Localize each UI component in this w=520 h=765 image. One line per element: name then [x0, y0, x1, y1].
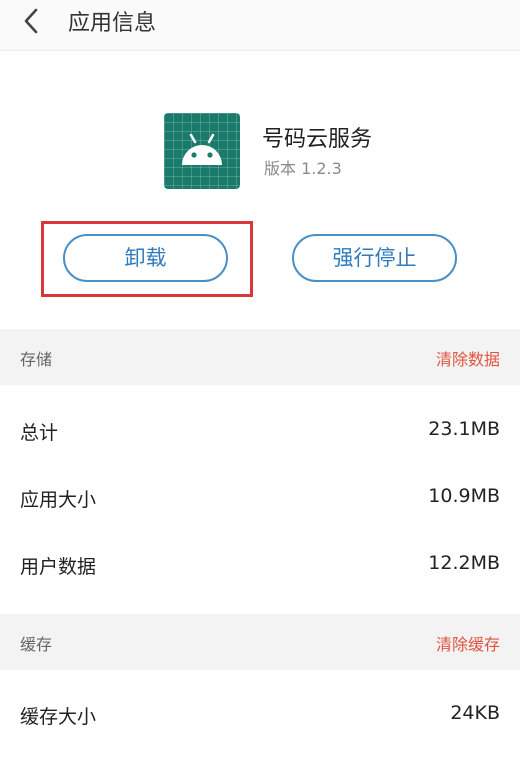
cache-title: 缓存: [20, 635, 53, 654]
force-stop-button[interactable]: 强行停止: [292, 234, 457, 282]
row-label: 总计: [20, 422, 59, 444]
storage-row-user-data: 用户数据 12.2MB: [0, 532, 520, 598]
row-label: 应用大小: [20, 489, 97, 511]
row-value: 10.9MB: [428, 485, 500, 507]
clear-cache-button[interactable]: 清除缓存: [436, 631, 500, 655]
app-version: 版本 1.2.3: [264, 159, 342, 178]
page-title: 应用信息: [68, 11, 157, 36]
clear-data-button[interactable]: 清除数据: [436, 346, 500, 370]
back-arrow-icon[interactable]: [16, 4, 50, 38]
app-summary: 号码云服务 版本 1.2.3 卸载 强行停止: [0, 51, 520, 325]
android-icon: [164, 113, 240, 189]
storage-row-app-size: 应用大小 10.9MB: [0, 465, 520, 531]
row-value: 23.1MB: [428, 418, 500, 440]
app-name: 号码云服务: [262, 127, 373, 152]
top-app-bar: 应用信息: [0, 0, 520, 51]
cache-row-size: 缓存大小 24KB: [0, 682, 520, 748]
uninstall-button[interactable]: 卸载: [63, 234, 228, 282]
row-value: 24KB: [450, 702, 500, 724]
storage-title: 存储: [20, 350, 53, 369]
storage-row-total: 总计 23.1MB: [0, 398, 520, 464]
cache-section-header: 缓存 清除缓存: [0, 614, 520, 670]
row-label: 缓存大小: [20, 706, 97, 728]
row-label: 用户数据: [20, 556, 97, 578]
storage-section-header: 存储 清除数据: [0, 329, 520, 385]
row-value: 12.2MB: [428, 552, 500, 574]
